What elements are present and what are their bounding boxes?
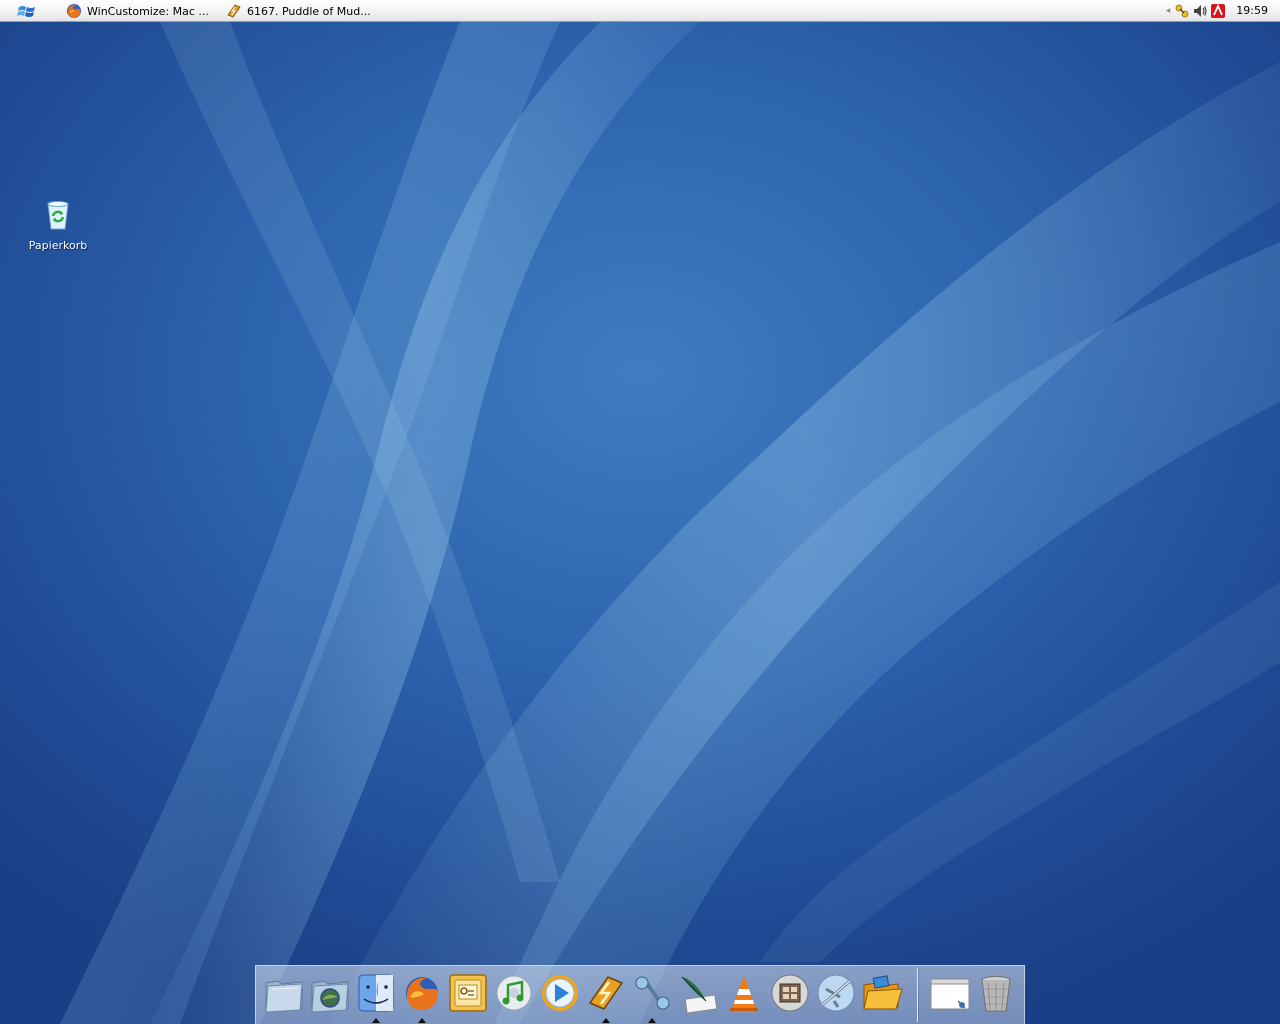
- dock-item-quicktime[interactable]: [538, 971, 582, 1017]
- wallpaper-swooshes: [60, 22, 1280, 1024]
- outlook-icon: [449, 974, 487, 1012]
- mail-quill-icon: [681, 976, 718, 1014]
- trash-icon: [981, 976, 1011, 1012]
- dock-item-pictures-folder[interactable]: [308, 971, 352, 1017]
- windows-flag-icon: [17, 6, 35, 17]
- clock[interactable]: 19:59: [1236, 4, 1268, 17]
- finder-icon: [358, 974, 394, 1012]
- pictures-folder-icon: [311, 980, 349, 1013]
- task-label: 6167. Puddle of Mud...: [247, 4, 371, 18]
- taskbar: WinCustomize: Mac ... 6167. Puddle of Mu…: [0, 0, 1280, 22]
- winamp-icon: [227, 4, 241, 18]
- task-button-winamp[interactable]: 6167. Puddle of Mud...: [226, 1, 371, 21]
- tray-expand-arrow-icon[interactable]: ◂: [1166, 6, 1171, 16]
- firefox-icon: [406, 977, 439, 1011]
- recycle-bin-icon: [47, 201, 69, 230]
- running-indicator: [372, 1018, 380, 1023]
- messenger-icon: [635, 976, 670, 1010]
- dock-item-documents-folder[interactable]: [262, 971, 306, 1017]
- start-button[interactable]: [14, 2, 40, 20]
- antivirus-icon[interactable]: [1210, 3, 1226, 19]
- dock-separator: [917, 968, 918, 1022]
- vlc-icon: [730, 976, 758, 1011]
- safari-plane-icon: [817, 974, 855, 1012]
- running-indicator: [602, 1018, 610, 1023]
- dock-item-trash[interactable]: [974, 971, 1018, 1017]
- winamp-icon: [588, 976, 624, 1010]
- volume-icon[interactable]: [1192, 3, 1208, 19]
- dock-item-outlook[interactable]: [446, 971, 490, 1017]
- task-button-firefox[interactable]: WinCustomize: Mac ...: [66, 1, 209, 21]
- desktop[interactable]: Papierkorb: [0, 22, 1280, 1024]
- documents-folder-icon: [265, 980, 303, 1013]
- firefox-icon: [67, 4, 81, 18]
- task-label: WinCustomize: Mac ...: [87, 4, 209, 18]
- quicktime-icon: [542, 975, 578, 1011]
- dock-item-itunes[interactable]: [492, 971, 536, 1017]
- running-indicator: [648, 1018, 656, 1023]
- desktop-icon-recycle-bin[interactable]: Papierkorb: [22, 198, 94, 252]
- dock: [255, 965, 1025, 1024]
- desktop-icon-label: Papierkorb: [28, 239, 88, 252]
- dock-item-messenger[interactable]: [630, 971, 674, 1023]
- system-tray: ◂ 19:59: [1166, 0, 1280, 21]
- dock-item-mail[interactable]: [676, 971, 720, 1017]
- dock-item-winamp[interactable]: [584, 971, 628, 1023]
- window-preview-icon: [930, 978, 970, 1010]
- dock-item-safari[interactable]: [814, 971, 858, 1017]
- dock-item-open-folder[interactable]: [860, 971, 904, 1017]
- open-folder-icon: [863, 975, 903, 1010]
- network-icon[interactable]: [1174, 3, 1190, 19]
- itunes-icon: [496, 975, 532, 1011]
- dock-item-firefox[interactable]: [400, 971, 444, 1023]
- photo-booth-icon: [771, 974, 809, 1012]
- running-indicator: [418, 1018, 426, 1023]
- dock-item-finder[interactable]: [354, 971, 398, 1023]
- dock-item-vlc[interactable]: [722, 971, 766, 1017]
- dock-item-photo-booth[interactable]: [768, 971, 812, 1017]
- dock-item-window-preview[interactable]: [928, 971, 972, 1017]
